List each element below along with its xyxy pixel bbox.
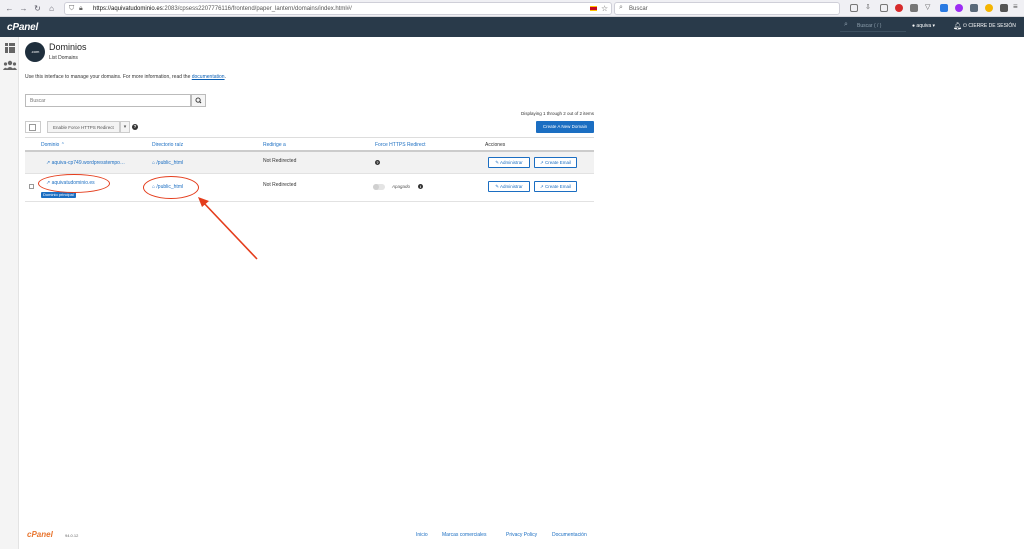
column-actions: Acciones [485, 142, 506, 148]
url-host: https://aquivatudominio.es [93, 6, 163, 12]
logout-label: CIERRE DE SESIÓN [968, 23, 1016, 29]
annotation-arrow [198, 197, 258, 260]
shield-icon: ⛉ [69, 5, 75, 12]
menu-icon[interactable]: ≡ [1013, 3, 1021, 12]
manage-button[interactable]: ✎ Administrar [488, 157, 530, 168]
home-icon: ⌂ [152, 160, 156, 166]
address-bar[interactable]: ⛉ 🔒︎ https://aquivatudominio.es:2083/cps… [64, 2, 612, 15]
browser-search-input[interactable]: ⌕ Buscar [614, 2, 840, 15]
extension-icon[interactable] [910, 4, 918, 12]
wrench-icon: ✎ [495, 160, 499, 165]
redirect-status: Not Redirected [263, 158, 297, 164]
help-icon[interactable]: ? [132, 124, 138, 130]
footer-link-documentation[interactable]: Documentación [552, 532, 587, 538]
force-https-status: Apagado [392, 184, 411, 189]
user-menu[interactable]: ● aquiva ▾ [912, 23, 935, 29]
chevron-down-icon: ▾ [932, 23, 936, 29]
home-icon[interactable]: ⌂ [47, 4, 56, 13]
description-text: Use this interface to manage your domain… [25, 74, 191, 80]
footer-version: 94.0.12 [65, 533, 79, 538]
cpanel-search-placeholder: Buscar ( / ) [857, 23, 882, 29]
domain-name: aquiva-cp749.wordpresstempo… [51, 160, 125, 166]
download-icon[interactable]: ⇩ [865, 4, 873, 12]
extension-grey-icon[interactable] [970, 4, 978, 12]
footer-link-home[interactable]: Inicio [416, 532, 428, 538]
column-root[interactable]: Directorio raíz [152, 142, 183, 148]
power-icon: ⏻ [963, 23, 967, 29]
forward-icon[interactable]: → [19, 4, 28, 13]
create-email-label: Create Email [545, 160, 572, 165]
help-icon[interactable]: ? [375, 160, 380, 165]
sort-up-icon: ⌃ [60, 142, 65, 148]
library-icon[interactable] [880, 4, 888, 12]
user-name: aquiva [916, 23, 932, 29]
cpanel-logo[interactable]: cPanel [7, 22, 38, 33]
column-redirect[interactable]: Redirige a [263, 142, 286, 148]
page-description: Use this interface to manage your domain… [25, 74, 226, 80]
column-domain-label: Dominio [41, 142, 60, 148]
root-dir-link[interactable]: ⌂ /public_html [152, 160, 183, 166]
search-button[interactable] [191, 94, 206, 107]
bell-icon[interactable]: 🔔︎ [953, 22, 962, 30]
wrench-icon: ✎ [495, 184, 499, 189]
external-link-icon: ↗ [539, 184, 544, 189]
page-title: Dominios [49, 42, 87, 52]
info-icon[interactable]: i [418, 184, 423, 189]
pocket-icon[interactable] [850, 4, 858, 12]
row-checkbox[interactable] [29, 184, 34, 189]
footer-link-privacy[interactable]: Privacy Policy [506, 532, 537, 538]
ublock-icon[interactable] [895, 4, 903, 12]
create-email-label: Create Email [545, 184, 572, 189]
cpanel-search-input[interactable]: ⌕ Buscar ( / ) [840, 21, 906, 32]
create-domain-button[interactable]: Create A New Domain [536, 121, 594, 133]
search-icon: ⌕ [844, 21, 848, 28]
force-https-toggle[interactable] [373, 184, 385, 190]
sidebar [0, 37, 19, 549]
create-email-button[interactable]: ↗ Create Email [534, 181, 577, 192]
documentation-link[interactable]: documentation [192, 74, 225, 80]
manage-label: Administrar [500, 160, 523, 165]
column-domain[interactable]: Dominio ⌃ [41, 142, 65, 148]
annotation-domain-circle [38, 174, 110, 193]
back-icon[interactable]: ← [5, 4, 14, 13]
grid-icon[interactable] [5, 43, 15, 53]
pagination-info: Displaying 1 through 2 out of 2 items [520, 111, 594, 116]
domain-search-input[interactable]: Buscar [25, 94, 191, 107]
caret-down-icon[interactable]: ▾ [120, 121, 130, 133]
search-icon: ⌕ [619, 4, 623, 11]
flag-icon [590, 6, 597, 11]
url-path: :2083/cpsess2207776116/frontend/paper_la… [162, 6, 352, 12]
footer-link-trademarks[interactable]: Marcas comerciales [442, 532, 486, 538]
bookmark-star-icon[interactable]: ☆ [601, 4, 608, 13]
reload-icon[interactable]: ↻ [33, 4, 42, 13]
domain-link[interactable]: ↗ aquiva-cp749.wordpresstempo… [46, 160, 125, 166]
extension-dark-icon[interactable] [1000, 4, 1008, 12]
page-subtitle: List Domains [49, 55, 78, 61]
footer-cpanel-logo: cPanel [27, 530, 53, 539]
manage-button[interactable]: ✎ Administrar [488, 181, 530, 192]
extension-purple-icon[interactable] [955, 4, 963, 12]
table-header [25, 137, 594, 152]
select-all-checkbox[interactable] [29, 124, 36, 131]
users-icon[interactable] [3, 60, 17, 70]
manage-label: Administrar [500, 184, 523, 189]
extension-blue-icon[interactable] [940, 4, 948, 12]
browser-search-placeholder: Buscar [629, 6, 648, 12]
browser-toolbar: ← → ↻ ⌂ ⛉ 🔒︎ https://aquivatudominio.es:… [0, 0, 1024, 17]
vpn-icon[interactable]: ▽ [925, 4, 933, 12]
lock-icon: 🔒︎ [79, 5, 83, 12]
column-force-https[interactable]: Force HTTPS Redirect [375, 142, 426, 148]
external-link-icon: ↗ [539, 160, 544, 165]
logout-button[interactable]: ⏻ CIERRE DE SESIÓN [963, 23, 1016, 29]
root-dir-name: /public_html [156, 160, 184, 166]
external-link-icon: ↗ [46, 160, 51, 166]
create-email-button[interactable]: ↗ Create Email [534, 157, 577, 168]
user-icon: ● [912, 23, 916, 29]
redirect-status: Not Redirected [263, 182, 297, 188]
force-https-button[interactable]: Enable Force HTTPS Redirect [47, 121, 120, 133]
extension-yellow-icon[interactable] [985, 4, 993, 12]
domains-icon: .com [25, 42, 45, 62]
